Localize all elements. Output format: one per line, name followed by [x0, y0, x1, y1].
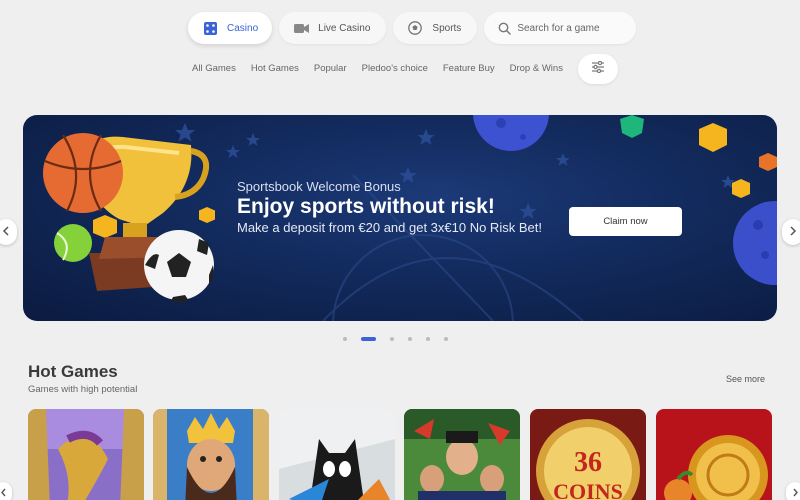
search-placeholder: Search for a game	[517, 22, 600, 34]
chevron-right-icon	[792, 484, 799, 500]
game-tile-mobsters[interactable]	[404, 409, 520, 500]
soccer-ball-icon	[407, 20, 423, 36]
chevron-left-icon	[0, 484, 7, 500]
game-thumbnail	[28, 409, 144, 500]
carousel-next-button[interactable]	[782, 219, 800, 245]
carousel-prev-button[interactable]	[0, 219, 17, 245]
filter-popular[interactable]: Popular	[314, 54, 347, 84]
filter-drop-wins[interactable]: Drop & Wins	[510, 54, 563, 84]
carousel-dot[interactable]	[390, 337, 394, 341]
tab-sports[interactable]: Sports	[393, 12, 478, 44]
tab-live-casino-label: Live Casino	[318, 22, 371, 34]
game-tile-36-coins[interactable]: 36 COINS	[530, 409, 646, 500]
top-navigation: Casino Live Casino Sports Search for a g…	[188, 12, 637, 44]
games-prev-button[interactable]	[0, 482, 12, 500]
claim-now-button[interactable]: Claim now	[569, 207, 682, 236]
tab-casino-label: Casino	[227, 22, 259, 34]
banner-subtitle: Sportsbook Welcome Bonus	[237, 179, 401, 194]
game-thumbnail	[279, 409, 395, 500]
promo-banner: Sportsbook Welcome Bonus Enjoy sports wi…	[23, 115, 777, 321]
filter-settings-button[interactable]	[577, 54, 618, 84]
carousel-dot[interactable]	[408, 337, 412, 341]
search-icon	[496, 20, 512, 36]
carousel-dot[interactable]	[444, 337, 448, 341]
carousel-dot-active[interactable]	[361, 337, 376, 341]
section-title: Hot Games	[28, 362, 118, 381]
filter-all-games[interactable]: All Games	[192, 54, 236, 84]
filter-pledoos-choice[interactable]: Pledoo's choice	[362, 54, 428, 84]
tab-casino[interactable]: Casino	[188, 12, 273, 44]
sliders-icon	[591, 60, 605, 78]
filter-feature-buy[interactable]: Feature Buy	[443, 54, 495, 84]
game-thumbnail: 36 COINS	[530, 409, 646, 500]
tile-36-coins-word: COINS	[553, 479, 623, 500]
carousel-dot[interactable]	[426, 337, 430, 341]
video-camera-icon	[293, 20, 309, 36]
tile-36-coins-number: 36	[574, 447, 602, 478]
chevron-right-icon	[789, 223, 797, 241]
carousel-dot[interactable]	[343, 337, 347, 341]
section-subtitle: Games with high potential	[28, 384, 138, 395]
tab-live-casino[interactable]: Live Casino	[279, 12, 387, 44]
game-thumbnail	[153, 409, 269, 500]
filter-hot-games[interactable]: Hot Games	[251, 54, 299, 84]
chevron-left-icon	[2, 223, 10, 241]
banner-title: Enjoy sports without risk!	[237, 195, 495, 218]
game-tile-cat[interactable]	[279, 409, 395, 500]
see-more-link[interactable]: See more	[726, 374, 765, 384]
dice-icon	[202, 20, 218, 36]
game-tile-king[interactable]	[153, 409, 269, 500]
search-input[interactable]: Search for a game	[484, 12, 637, 44]
games-next-button[interactable]	[786, 482, 800, 500]
game-thumbnail	[656, 409, 772, 500]
game-tile-gold-coin[interactable]	[656, 409, 772, 500]
banner-description: Make a deposit from €20 and get 3x€10 No…	[237, 220, 542, 235]
game-tile-golden-warrior[interactable]	[28, 409, 144, 500]
game-filters: All Games Hot Games Popular Pledoo's cho…	[192, 54, 618, 84]
carousel-dots	[343, 337, 448, 341]
game-thumbnail	[404, 409, 520, 500]
tab-sports-label: Sports	[432, 22, 462, 34]
